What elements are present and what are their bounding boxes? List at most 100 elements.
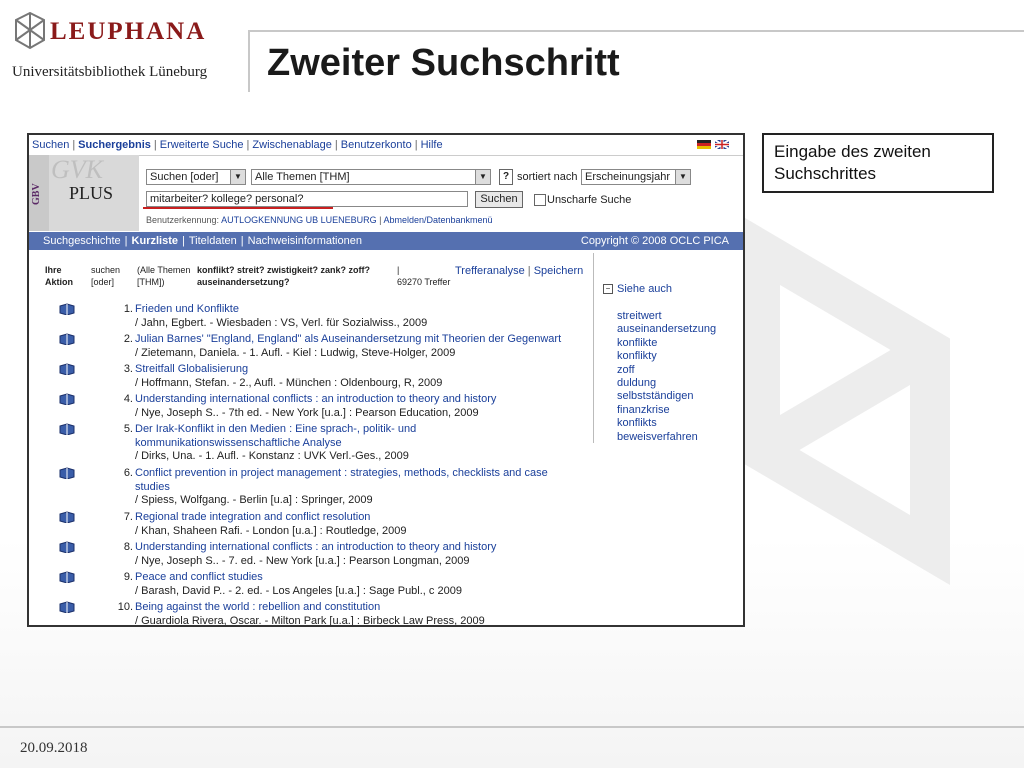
result-meta: / Barash, David P.. - 2. ed. - Los Angel… (135, 584, 462, 597)
search-button[interactable]: Suchen (475, 191, 523, 208)
see-also-item[interactable]: selbstständigen (617, 390, 716, 403)
result-number: 8. (123, 541, 133, 553)
result-title-link[interactable]: Understanding international conflicts : … (135, 393, 575, 407)
result-meta: / Nye, Joseph S.. - 7th ed. - New York [… (135, 406, 479, 419)
tab-nachweisinformationen[interactable]: Nachweisinformationen (244, 235, 366, 247)
result-number: 2. (123, 333, 133, 345)
tab-kurzliste[interactable]: Kurzliste (128, 235, 182, 247)
chevron-down-icon: ▼ (230, 170, 245, 184)
header-query-a: konflikt? streit? zwistigkeit? zank? zof… (197, 265, 371, 275)
result-title-link[interactable]: Conflict prevention in project managemen… (135, 467, 555, 494)
header-pipe: | (397, 265, 400, 275)
book-icon[interactable] (59, 601, 75, 613)
see-also-item[interactable]: konflikte (617, 337, 716, 350)
chevron-down-icon: ▼ (475, 170, 490, 184)
result-number: 9. (123, 571, 133, 583)
language-flags (697, 140, 729, 149)
hit-analysis-link[interactable]: Trefferanalyse (455, 265, 525, 277)
header-mode-b: [oder] (91, 277, 115, 287)
header-query-b: auseinandersetzung? (197, 277, 290, 287)
top-navigation: Suchen | Suchergebnis | Erweiterte Suche | … (29, 135, 743, 156)
book-icon[interactable] (59, 333, 75, 345)
see-also-item[interactable]: zoff (617, 364, 716, 377)
header-scope-a: (Alle Themen (137, 265, 191, 275)
nav-suchen[interactable]: Suchen (29, 139, 72, 151)
book-icon[interactable] (59, 393, 75, 405)
tab-suchgeschichte[interactable]: Suchgeschichte (39, 235, 125, 247)
frame-line-bottom (0, 726, 1024, 728)
header-scope-b: [THM]) (137, 277, 165, 287)
highlight-underline (143, 207, 333, 209)
gvk-watermark: GVK (51, 155, 103, 184)
see-also-item[interactable]: beweisverfahren (617, 431, 716, 444)
book-icon[interactable] (59, 363, 75, 375)
result-meta: / Guardiola Rivera, Oscar. - Milton Park… (135, 614, 485, 627)
book-icon[interactable] (59, 467, 75, 479)
header-links: Trefferanalyse | Speichern (455, 265, 584, 277)
result-number: 3. (123, 363, 133, 375)
tab-titeldaten[interactable]: Titeldaten (185, 235, 241, 247)
fuzzy-search-checkbox[interactable] (534, 194, 546, 206)
result-number: 6. (123, 467, 133, 479)
result-title-link[interactable]: Streitfall Globalisierung (135, 363, 575, 377)
nav-zwischenablage[interactable]: Zwischenablage (249, 139, 335, 151)
see-also-item[interactable]: streitwert (617, 310, 716, 323)
search-scope-select[interactable]: Alle Themen [THM] ▼ (251, 169, 491, 185)
see-also-item[interactable]: auseinandersetzung (617, 323, 716, 336)
search-input[interactable]: mitarbeiter? kollege? personal? (146, 191, 468, 207)
result-title-link[interactable]: Regional trade integration and conflict … (135, 511, 575, 525)
header-action-b: Aktion (45, 277, 73, 287)
user-account-link[interactable]: AUTLOGKENNUNG UB LUENEBURG (221, 215, 377, 225)
slide-title: Zweiter Suchschritt (267, 42, 620, 84)
result-title-link[interactable]: Der Irak-Konflikt in den Medien : Eine s… (135, 423, 425, 450)
sort-label: sortiert nach (517, 171, 578, 183)
nav-hilfe[interactable]: Hilfe (418, 139, 446, 151)
fuzzy-search-label: Unscharfe Suche (547, 194, 632, 206)
callout-box: Eingabe des zweiten Suchschrittes (762, 133, 994, 193)
uk-flag-icon[interactable] (715, 140, 729, 149)
result-title-link[interactable]: Understanding international conflicts : … (135, 541, 575, 555)
column-divider (593, 253, 594, 443)
search-mode-select[interactable]: Suchen [oder] ▼ (146, 169, 246, 185)
result-meta: / Khan, Shaheen Rafi. - London [u.a.] : … (135, 524, 407, 537)
help-icon[interactable]: ? (499, 169, 513, 185)
slide-date: 20.09.2018 (20, 740, 88, 756)
result-meta: / Hoffmann, Stefan. - 2., Aufl. - Münche… (135, 376, 443, 389)
book-icon[interactable] (59, 571, 75, 583)
result-meta: / Dirks, Una. - 1. Aufl. - Konstanz : UV… (135, 450, 409, 462)
sort-select[interactable]: Erscheinungsjahr ▼ (581, 169, 691, 185)
nav-benutzerkonto[interactable]: Benutzerkonto (338, 139, 415, 151)
see-also-list: streitwert auseinandersetzung konflikte … (617, 310, 716, 444)
result-number: 1. (123, 303, 133, 315)
gbv-label: GBV (31, 183, 42, 205)
copyright-text: Copyright © 2008 OCLC PICA (580, 235, 729, 247)
result-meta: / Nye, Joseph S.. - 7. ed. - New York [u… (135, 554, 470, 567)
result-title-link[interactable]: Frieden und Konflikte (135, 303, 575, 317)
book-icon[interactable] (59, 303, 75, 315)
logout-link[interactable]: Abmelden/Datenbankmenü (383, 215, 492, 225)
book-icon[interactable] (59, 511, 75, 523)
library-name: Universitätsbibliothek Lüneburg (12, 64, 208, 80)
book-icon[interactable] (59, 423, 75, 435)
save-link[interactable]: Speichern (534, 265, 584, 277)
watermark-logo-icon (740, 215, 950, 585)
result-meta: / Spiess, Wolfgang. - Berlin [u.a] : Spr… (135, 494, 373, 506)
book-icon[interactable] (59, 541, 75, 553)
result-meta: / Zietemann, Daniela. - 1. Aufl. - Kiel … (135, 346, 456, 359)
see-also-item[interactable]: finanzkrise (617, 404, 716, 417)
see-also-toggle[interactable]: − Siehe auch (603, 283, 672, 295)
result-title-link[interactable]: Being against the world : rebellion and … (135, 601, 575, 615)
header-hits: 69270 Treffer (397, 277, 451, 287)
see-also-item[interactable]: konflikts (617, 417, 716, 430)
see-also-item[interactable]: duldung (617, 377, 716, 390)
result-number: 5. (123, 423, 133, 435)
see-also-item[interactable]: konflikty (617, 350, 716, 363)
header-action-a: Ihre (45, 265, 62, 275)
logo-text: LEUPHANA (50, 18, 207, 45)
german-flag-icon[interactable] (697, 140, 711, 149)
nav-suchergebnis[interactable]: Suchergebnis (75, 139, 154, 151)
nav-erweiterte-suche[interactable]: Erweiterte Suche (157, 139, 247, 151)
result-title-link[interactable]: Julian Barnes' "England, England" als Au… (135, 333, 575, 347)
result-title-link[interactable]: Peace and conflict studies (135, 571, 575, 585)
collapse-icon: − (603, 284, 613, 294)
